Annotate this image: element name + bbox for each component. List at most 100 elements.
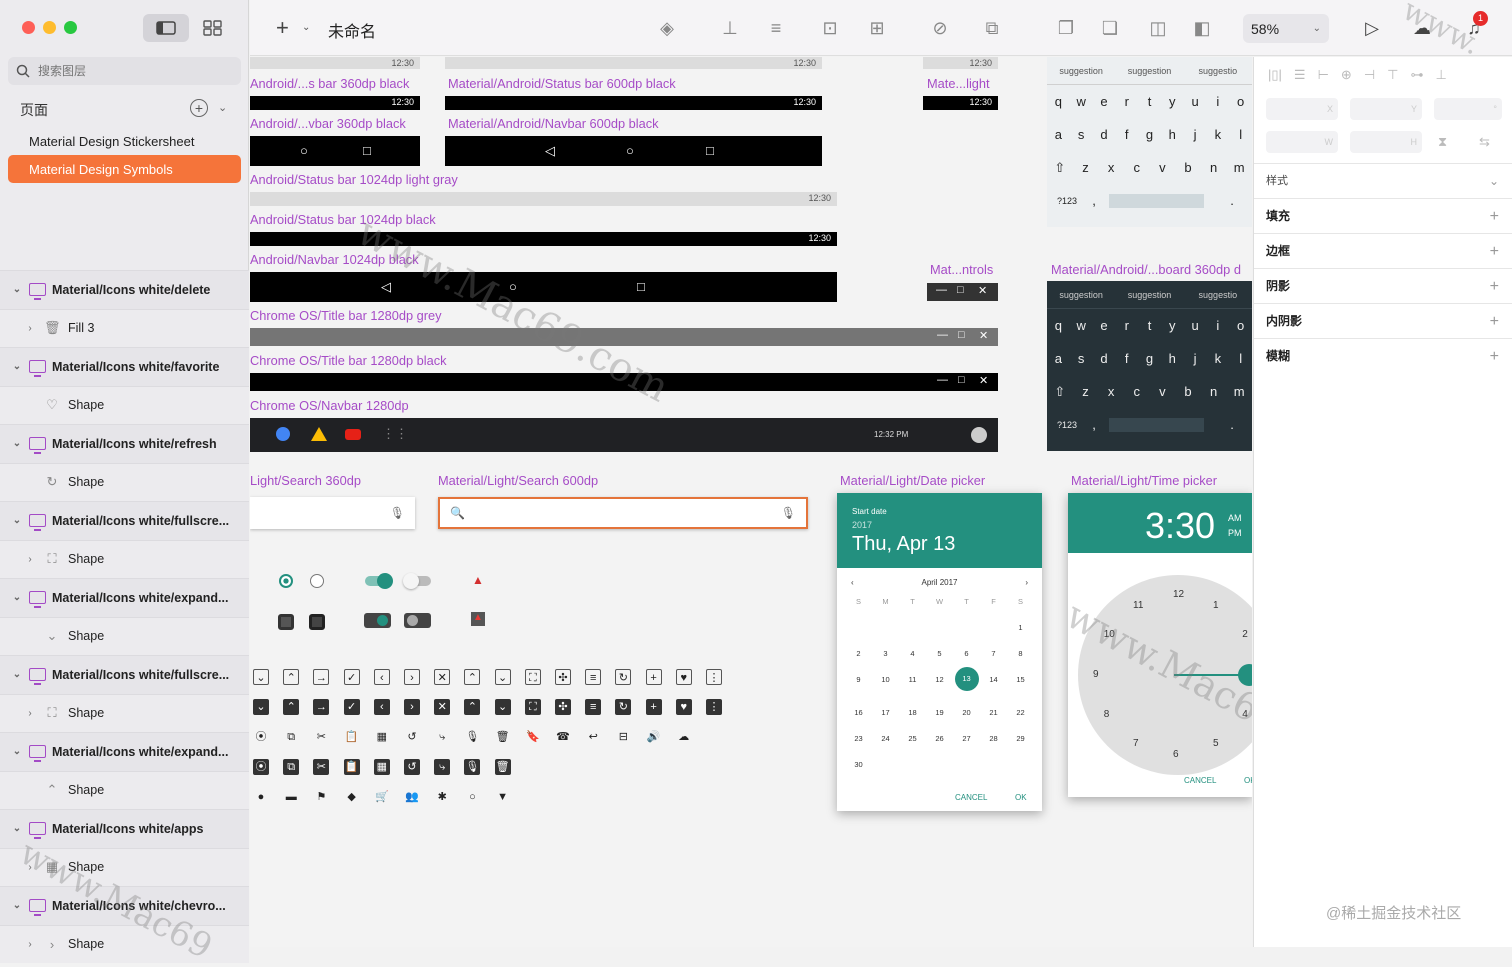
layer-item[interactable]: ♡ Shape bbox=[0, 385, 249, 424]
inspector-section[interactable]: 模糊 + bbox=[1254, 338, 1512, 373]
inspector-section[interactable]: 内阴影 + bbox=[1254, 303, 1512, 338]
chevron-left-icon[interactable]: ▦ bbox=[373, 759, 390, 775]
calendar-day[interactable]: 22 bbox=[1007, 708, 1034, 717]
expand-icon[interactable]: › bbox=[24, 323, 36, 334]
artboard-label[interactable]: Android/Status bar 1024dp black bbox=[250, 212, 436, 227]
pm-toggle[interactable]: PM bbox=[1228, 528, 1242, 538]
calendar-day[interactable]: 20 bbox=[953, 708, 980, 717]
layer-group[interactable]: ⌄ Material/Icons white/fullscre... bbox=[0, 501, 249, 540]
period-key[interactable]: . bbox=[1212, 193, 1252, 208]
chevron-left-icon[interactable]: ‹ bbox=[851, 578, 854, 587]
align-top-icon[interactable]: ⊤ bbox=[1387, 67, 1398, 83]
chevron-left-icon[interactable]: ‹ bbox=[373, 699, 390, 715]
resize-icon[interactable]: ⊞ bbox=[865, 16, 889, 40]
disclosure-icon[interactable]: ⌄ bbox=[11, 746, 23, 757]
chevron-down-icon[interactable]: ⌄ bbox=[302, 22, 310, 33]
collapse-pages-icon[interactable]: ⌄ bbox=[218, 101, 227, 114]
switch-off-dark[interactable] bbox=[404, 613, 431, 628]
mask-icon[interactable]: ⊘ bbox=[928, 16, 952, 40]
navbar[interactable]: ○ □ bbox=[250, 136, 420, 166]
chevron-right-icon[interactable]: ↺ bbox=[404, 759, 420, 775]
key[interactable]: q bbox=[1047, 318, 1070, 333]
calendar-day[interactable]: 7 bbox=[980, 649, 1007, 658]
navbar[interactable]: ◁ ○ □ bbox=[445, 136, 822, 166]
key[interactable]: g bbox=[1138, 127, 1161, 142]
artboard-label[interactable]: Light/Search 360dp bbox=[250, 473, 361, 488]
clock-number[interactable]: 8 bbox=[1104, 709, 1110, 720]
insert-button[interactable]: + bbox=[276, 15, 289, 41]
expand-more-icon[interactable]: ⌄ bbox=[253, 669, 269, 685]
clock-number[interactable]: 12 bbox=[1173, 589, 1184, 600]
calendar-day[interactable]: 23 bbox=[845, 734, 872, 743]
y-field[interactable]: Y bbox=[1350, 98, 1422, 120]
distribute-icon[interactable]: ≡ bbox=[764, 16, 788, 40]
key[interactable]: d bbox=[1093, 127, 1116, 142]
inspector-section[interactable]: 填充 + bbox=[1254, 198, 1512, 233]
inspector-section[interactable]: 阴影 + bbox=[1254, 268, 1512, 303]
expand-more-icon[interactable]: ⌄ bbox=[494, 669, 511, 685]
status-bar[interactable]: 12:30 bbox=[923, 96, 998, 110]
key[interactable]: j bbox=[1184, 127, 1207, 142]
document-title[interactable]: 未命名 bbox=[328, 18, 376, 42]
minimize-window-button[interactable] bbox=[43, 21, 56, 34]
check-icon[interactable]: ◆ bbox=[344, 789, 360, 805]
calendar-day[interactable]: 16 bbox=[845, 708, 872, 717]
key[interactable]: u bbox=[1184, 94, 1207, 109]
fullscreen-icon[interactable]: ⛶ bbox=[524, 699, 541, 715]
fullscreen-icon[interactable]: 🔖 bbox=[525, 729, 541, 745]
calendar-day[interactable]: 28 bbox=[980, 734, 1007, 743]
key[interactable]: n bbox=[1201, 384, 1227, 399]
period-key[interactable]: . bbox=[1212, 417, 1252, 432]
fullscreen-icon[interactable]: ⛶ bbox=[524, 669, 541, 685]
expand-icon[interactable]: › bbox=[24, 862, 36, 873]
suggestion[interactable]: suggestion bbox=[1047, 57, 1115, 84]
check-icon[interactable]: ✓ bbox=[343, 669, 360, 685]
layer-group[interactable]: ⌄ Material/Icons white/expand... bbox=[0, 732, 249, 771]
arrow-forward-icon[interactable]: ✂ bbox=[313, 759, 330, 775]
key[interactable]: f bbox=[1115, 351, 1138, 366]
calendar-day[interactable]: 9 bbox=[845, 675, 872, 691]
layer-group[interactable]: ⌄ Material/Icons white/fullscre... bbox=[0, 655, 249, 694]
key[interactable]: y bbox=[1161, 318, 1184, 333]
refresh-icon[interactable]: ↻ bbox=[615, 669, 632, 685]
expand-less-icon[interactable]: ⌃ bbox=[464, 699, 481, 715]
suggestion[interactable]: suggestio bbox=[1184, 281, 1252, 308]
space-key[interactable] bbox=[1109, 417, 1204, 432]
key[interactable]: k bbox=[1206, 127, 1229, 142]
more-vert-icon[interactable]: ⋮ bbox=[706, 669, 722, 685]
chrome-title-bar[interactable]: — □ ✕ bbox=[250, 328, 998, 346]
status-bar[interactable]: 12:30 bbox=[445, 57, 822, 69]
style-section[interactable]: 样式 ⌄ bbox=[1254, 163, 1512, 198]
clock-number[interactable]: 1 bbox=[1213, 600, 1219, 611]
clock-number[interactable]: 7 bbox=[1133, 738, 1139, 749]
mic-icon[interactable]: 🎙 bbox=[781, 506, 796, 520]
status-bar[interactable]: 12:30 bbox=[250, 192, 837, 206]
key[interactable]: i bbox=[1206, 318, 1229, 333]
flip-vertical-icon[interactable]: ⇆ bbox=[1479, 134, 1490, 150]
key[interactable]: c bbox=[1124, 384, 1150, 399]
radio-checked[interactable] bbox=[279, 574, 293, 588]
artboard-label[interactable]: Material/Light/Time picker bbox=[1071, 473, 1217, 488]
time-picker[interactable]: 3:30 AM PM 121234567891011 CANCEL OK bbox=[1068, 493, 1252, 797]
chrome-title-bar[interactable]: — □ ✕ bbox=[250, 373, 998, 391]
expand-less-icon[interactable]: ⌃ bbox=[464, 669, 481, 685]
ok-button[interactable]: OK bbox=[1244, 776, 1252, 785]
disclosure-icon[interactable]: ⌄ bbox=[11, 823, 23, 834]
keyboard-dark[interactable]: suggestion suggestion suggestio qwertyuio … bbox=[1047, 281, 1252, 451]
key[interactable]: t bbox=[1138, 94, 1161, 109]
key[interactable]: g bbox=[1138, 351, 1161, 366]
clock-selector[interactable] bbox=[1238, 664, 1252, 686]
disclosure-icon[interactable]: ⌄ bbox=[11, 592, 23, 603]
cancel-button[interactable]: CANCEL bbox=[1184, 776, 1216, 785]
subtract-icon[interactable]: ❏ bbox=[1098, 16, 1122, 40]
expand-more-icon[interactable]: ⌄ bbox=[494, 699, 511, 715]
rotation-field[interactable]: ° bbox=[1434, 98, 1502, 120]
calendar-day[interactable]: 1 bbox=[1007, 623, 1034, 632]
key[interactable]: x bbox=[1098, 384, 1124, 399]
key[interactable]: v bbox=[1150, 384, 1176, 399]
key[interactable]: a bbox=[1047, 127, 1070, 142]
suggestion[interactable]: suggestio bbox=[1184, 57, 1252, 84]
clock-number[interactable]: 9 bbox=[1093, 669, 1099, 680]
arrow-forward-icon[interactable]: → bbox=[313, 699, 330, 715]
x-field[interactable]: X bbox=[1266, 98, 1338, 120]
